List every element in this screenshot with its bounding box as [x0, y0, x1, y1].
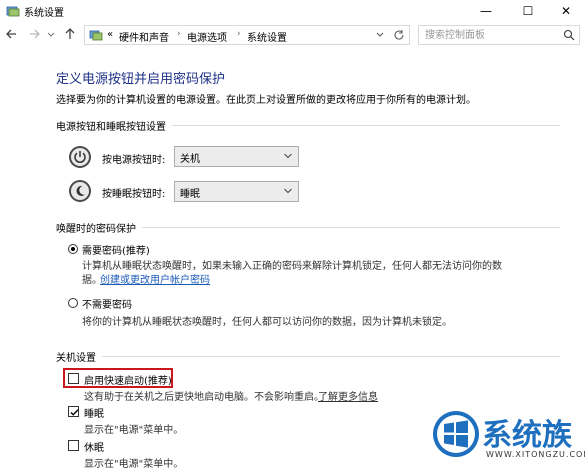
- page-description: 选择要为你的计算机设置的电源设置。在此页上对设置所做的更改将应用于你所有的电源计…: [56, 95, 476, 106]
- power-button-select[interactable]: 关机: [174, 146, 299, 167]
- breadcrumb-hardware-sound[interactable]: 硬件和声音: [119, 29, 169, 44]
- chevron-down-icon: [284, 153, 292, 159]
- sleep-checkbox[interactable]: [68, 406, 79, 417]
- sleep-description: 显示在"电源"菜单中。: [84, 425, 184, 436]
- section-heading-shutdown: 关机设置: [56, 349, 102, 364]
- minimize-button[interactable]: —: [466, 0, 506, 22]
- forward-arrow-icon[interactable]: [26, 26, 42, 42]
- sleep-button-select[interactable]: 睡眠: [174, 181, 299, 202]
- require-password-description: 计算机从睡眠状态唤醒时，如果未输入正确的密码来解除计算机锁定，任何人都无法访问你…: [82, 261, 502, 272]
- divider: [60, 356, 560, 357]
- breadcrumb-power-options[interactable]: 电源选项: [187, 29, 227, 44]
- back-arrow-icon[interactable]: [4, 26, 20, 42]
- power-button-label: 按电源按钮时:: [102, 155, 166, 166]
- control-panel-icon: [89, 30, 103, 41]
- breadcrumb-overflow[interactable]: «: [107, 29, 113, 40]
- sleep-label[interactable]: 睡眠: [84, 405, 104, 420]
- create-password-link[interactable]: 创建或更改用户帐户密码: [100, 271, 210, 286]
- no-password-radio[interactable]: [68, 298, 78, 308]
- no-password-label[interactable]: 不需要密码: [82, 296, 132, 311]
- checkmark-icon: [70, 409, 79, 416]
- up-arrow-icon[interactable]: [62, 26, 78, 42]
- learn-more-link[interactable]: 了解更多信息: [318, 388, 378, 403]
- watermark-logo: 系统族 WWW.XITONGZU.COM: [430, 404, 585, 472]
- page-title: 定义电源按钮并启用密码保护: [56, 72, 226, 87]
- close-button[interactable]: ✕: [546, 0, 585, 22]
- power-button-value: 关机: [180, 154, 200, 165]
- breadcrumb-separator-icon[interactable]: ›: [237, 29, 241, 39]
- sleep-button-label: 按睡眠按钮时:: [102, 189, 166, 200]
- chevron-down-icon: [284, 188, 292, 194]
- power-button-icon: [69, 146, 91, 168]
- no-password-description: 将你的计算机从睡眠状态唤醒时，任何人都可以访问你的数据，因为计算机未锁定。: [82, 317, 452, 328]
- require-password-radio[interactable]: [68, 244, 78, 254]
- require-password-label[interactable]: 需要密码(推荐): [82, 242, 150, 257]
- breadcrumb-separator-icon[interactable]: ›: [177, 29, 181, 39]
- search-input[interactable]: [425, 28, 555, 42]
- watermark-url: WWW.XITONGZU.COM: [486, 450, 585, 459]
- hibernate-label[interactable]: 休眠: [84, 439, 104, 454]
- search-icon[interactable]: [563, 29, 575, 41]
- chevron-down-icon[interactable]: [375, 30, 385, 40]
- hibernate-description: 显示在"电源"菜单中。: [84, 459, 184, 470]
- title-bar: 系统设置 — ☐ ✕: [0, 0, 585, 22]
- recent-dropdown-icon[interactable]: [46, 26, 56, 42]
- hibernate-checkbox[interactable]: [68, 440, 79, 451]
- sleep-button-value: 睡眠: [180, 189, 200, 200]
- control-panel-icon: [6, 6, 20, 17]
- section-heading-power-buttons: 电源按钮和睡眠按钮设置: [56, 118, 172, 133]
- section-heading-password: 唤醒时的密码保护: [56, 220, 142, 235]
- fast-startup-description: 这有助于在关机之后更快地启动电脑。不会影响重启。: [84, 392, 324, 403]
- require-password-description-2: 据。: [82, 275, 102, 286]
- address-box[interactable]: « 硬件和声音 › 电源选项 › 系统设置: [84, 25, 410, 45]
- address-bar: « 硬件和声音 › 电源选项 › 系统设置: [0, 22, 585, 48]
- search-box: [418, 25, 580, 45]
- watermark-text: 系统族: [482, 418, 572, 453]
- highlight-box: [63, 368, 173, 388]
- sleep-button-icon: [69, 180, 91, 202]
- windows-logo-icon: [433, 411, 479, 457]
- window-title: 系统设置: [24, 8, 64, 19]
- refresh-icon[interactable]: [393, 29, 405, 41]
- maximize-button[interactable]: ☐: [508, 0, 548, 22]
- breadcrumb-system-settings[interactable]: 系统设置: [247, 29, 287, 44]
